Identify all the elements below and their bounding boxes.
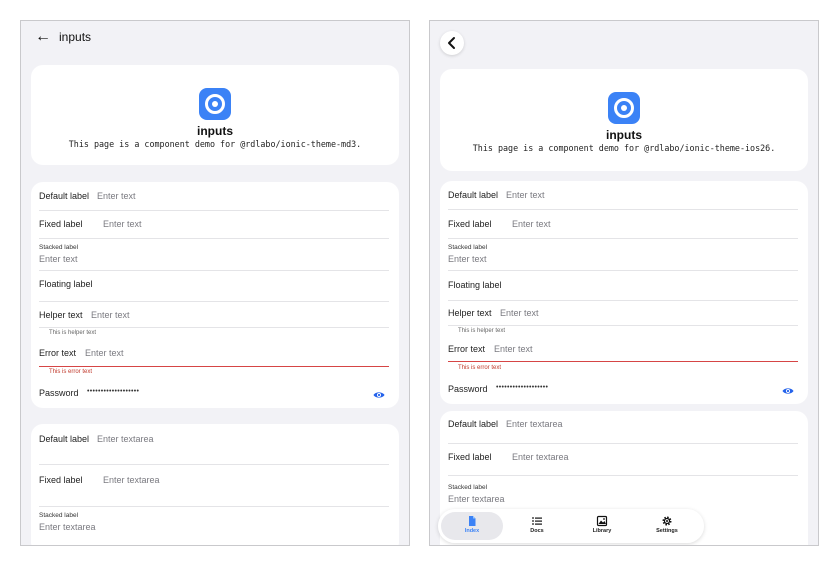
tab-docs-label: Docs xyxy=(530,528,544,534)
error-note: This is error text xyxy=(49,369,93,375)
error-input[interactable]: Error text Enter text xyxy=(448,337,798,362)
stacked-input-field[interactable]: Enter text xyxy=(39,254,78,264)
helper-label: Helper text xyxy=(39,310,83,320)
hero-card: inputs This page is a component demo for… xyxy=(31,65,399,165)
inputs-card: Default label Enter text Fixed label Ent… xyxy=(31,182,399,408)
default-input-field[interactable]: Enter text xyxy=(97,191,136,201)
tab-index-label: Index xyxy=(464,528,480,534)
password-label: Password xyxy=(448,384,488,394)
back-arrow-icon[interactable]: ← xyxy=(35,29,51,45)
tab-library-label: Library xyxy=(592,528,612,534)
hero-card: inputs This page is a component demo for… xyxy=(440,69,808,171)
fixed-label: Fixed label xyxy=(39,219,83,229)
textarea-stacked-label: Stacked label xyxy=(39,512,79,519)
textarea-default-field[interactable]: Enter textarea xyxy=(506,419,563,429)
page-title: inputs xyxy=(59,30,92,44)
password-input[interactable]: Password ••••••••••••••••••• xyxy=(39,380,389,406)
helper-input-field[interactable]: Enter text xyxy=(91,310,130,320)
textarea-stacked-label: Stacked label xyxy=(448,484,488,491)
md3-screen: ← inputs inputs This page is a component… xyxy=(20,20,410,546)
stacked-label: Stacked label xyxy=(39,244,79,251)
hero-description: This page is a component demo for @rdlab… xyxy=(472,143,776,153)
tab-library[interactable]: Library xyxy=(571,512,633,540)
password-label: Password xyxy=(39,388,79,398)
floating-input[interactable]: Floating label xyxy=(448,270,798,301)
hero-title: inputs xyxy=(197,124,233,138)
fixed-input[interactable]: Fixed label Enter text xyxy=(39,210,389,239)
error-note: This is error text xyxy=(458,365,502,371)
error-label: Error text xyxy=(39,348,77,358)
default-textarea[interactable]: Default label Enter textarea xyxy=(448,411,798,444)
fixed-input-field[interactable]: Enter text xyxy=(103,219,142,229)
default-label: Default label xyxy=(39,191,90,201)
stacked-input-field[interactable]: Enter text xyxy=(448,254,487,264)
textarea-fixed-label: Fixed label xyxy=(39,475,83,485)
textarea-fixed-label: Fixed label xyxy=(448,452,492,462)
helper-note: This is helper text xyxy=(49,330,97,336)
tab-settings[interactable]: Settings xyxy=(636,512,698,540)
tab-index[interactable]: Index xyxy=(441,512,503,540)
default-input[interactable]: Default label Enter text xyxy=(448,181,798,210)
floating-input[interactable]: Floating label xyxy=(39,270,389,302)
helper-input-field[interactable]: Enter text xyxy=(500,308,539,318)
fixed-textarea[interactable]: Fixed label Enter textarea xyxy=(39,464,389,507)
eye-icon[interactable] xyxy=(373,390,385,400)
textarea-stacked-field[interactable]: Enter textarea xyxy=(39,522,96,532)
inputs-card: Default label Enter text Fixed label Ent… xyxy=(440,181,808,404)
textarea-default-label: Default label xyxy=(448,419,499,429)
list-icon xyxy=(532,517,542,525)
ionic-logo-icon xyxy=(608,92,640,124)
document-icon xyxy=(469,516,476,526)
stacked-input[interactable]: Stacked label Enter text xyxy=(448,238,798,271)
password-field[interactable]: ••••••••••••••••••• xyxy=(496,384,548,391)
password-field[interactable]: ••••••••••••••••••• xyxy=(87,388,139,395)
stacked-label: Stacked label xyxy=(448,244,488,251)
textareas-card: Default label Enter textarea Fixed label… xyxy=(31,424,399,545)
fixed-textarea[interactable]: Fixed label Enter textarea xyxy=(448,443,798,476)
textarea-fixed-field[interactable]: Enter textarea xyxy=(103,475,160,485)
textarea-default-label: Default label xyxy=(39,434,90,444)
stacked-input[interactable]: Stacked label Enter text xyxy=(39,238,389,271)
chevron-left-icon xyxy=(448,37,455,49)
default-input[interactable]: Default label Enter text xyxy=(39,182,389,211)
tab-bar: Index Docs Library Settings xyxy=(438,509,704,543)
hero-title: inputs xyxy=(606,128,642,142)
fixed-input-field[interactable]: Enter text xyxy=(512,219,551,229)
floating-label: Floating label xyxy=(448,280,502,290)
tab-settings-label: Settings xyxy=(656,528,678,534)
textarea-default-field[interactable]: Enter textarea xyxy=(97,434,154,444)
error-input-field[interactable]: Enter text xyxy=(494,344,533,354)
error-input[interactable]: Error text Enter text xyxy=(39,340,389,367)
floating-label: Floating label xyxy=(39,279,93,289)
images-icon xyxy=(596,515,608,527)
helper-label: Helper text xyxy=(448,308,492,318)
default-textarea[interactable]: Default label Enter textarea xyxy=(39,424,389,465)
eye-icon[interactable] xyxy=(782,386,794,396)
fixed-label: Fixed label xyxy=(448,219,492,229)
default-label: Default label xyxy=(448,190,499,200)
tab-docs[interactable]: Docs xyxy=(506,512,568,540)
helper-input[interactable]: Helper text Enter text xyxy=(39,301,389,328)
helper-input[interactable]: Helper text Enter text xyxy=(448,300,798,326)
error-label: Error text xyxy=(448,344,486,354)
hero-description: This page is a component demo for @rdlab… xyxy=(68,139,362,149)
back-button[interactable] xyxy=(440,31,464,55)
error-input-field[interactable]: Enter text xyxy=(85,348,124,358)
password-input[interactable]: Password ••••••••••••••••••• xyxy=(448,377,798,403)
stacked-textarea[interactable]: Stacked label Enter textarea xyxy=(39,506,389,545)
default-input-field[interactable]: Enter text xyxy=(506,190,545,200)
fixed-input[interactable]: Fixed label Enter text xyxy=(448,209,798,239)
ios-screen: inputs This page is a component demo for… xyxy=(429,20,819,546)
textarea-stacked-field[interactable]: Enter textarea xyxy=(448,494,505,504)
gear-icon xyxy=(662,516,672,526)
helper-note: This is helper text xyxy=(458,328,506,334)
ionic-logo-icon xyxy=(199,88,231,120)
textarea-fixed-field[interactable]: Enter textarea xyxy=(512,452,569,462)
